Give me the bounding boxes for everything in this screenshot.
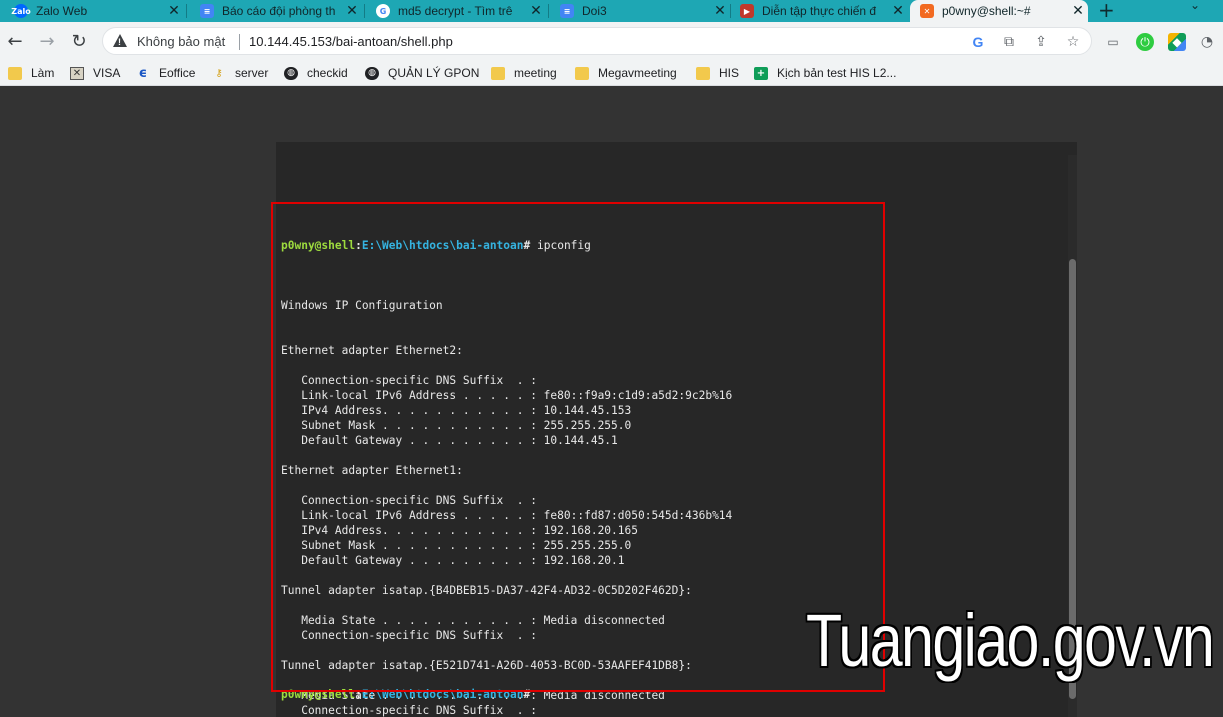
- close-tab-icon[interactable]: ✕: [888, 3, 908, 19]
- output-line: Connection-specific DNS Suffix . :: [281, 704, 537, 717]
- bookmark-eoffice[interactable]: ϵ Eoffice: [136, 65, 196, 81]
- document-icon: ≡: [560, 4, 574, 18]
- tab-md5-decrypt[interactable]: G md5 decrypt - Tìm trê ✕: [366, 0, 546, 22]
- tab-doi3[interactable]: ≡ Doi3 ✕: [550, 0, 730, 22]
- cast-icon[interactable]: ▭: [1104, 33, 1122, 51]
- tab-title: Doi3: [582, 4, 607, 18]
- bookmark-megavmeeting[interactable]: Megavmeeting: [575, 65, 677, 81]
- extension-green-icon[interactable]: ⏻: [1136, 33, 1154, 51]
- google-icon: G: [376, 4, 390, 18]
- folder-icon: [8, 66, 22, 80]
- tab-strip: Zalo Zalo Web ✕ ≡ Báo cáo đội phòng th ✕…: [0, 0, 1223, 22]
- sheets-icon: +: [754, 66, 768, 80]
- tab-bao-cao[interactable]: ≡ Báo cáo đội phòng th ✕: [190, 0, 362, 22]
- close-tab-icon[interactable]: ✕: [1068, 3, 1088, 19]
- bookmark-label: VISA: [93, 66, 121, 80]
- bookmarks-bar: Làm ✕ VISA ϵ Eoffice ⚷ server ◍ checkid …: [0, 60, 1223, 86]
- bookmark-quan-ly-gpon[interactable]: ◍ QUẢN LÝ GPON: [365, 65, 479, 81]
- bookmark-meeting[interactable]: meeting: [491, 65, 557, 81]
- bookmark-lam[interactable]: Làm: [8, 65, 54, 81]
- tab-title: md5 decrypt - Tìm trê: [398, 4, 513, 18]
- folder-icon: [575, 66, 589, 80]
- tab-title: Báo cáo đội phòng th: [222, 4, 336, 18]
- tab-title: Zalo Web: [36, 4, 88, 18]
- eoffice-icon: ϵ: [138, 65, 148, 81]
- bookmark-label: server: [235, 66, 269, 80]
- video-icon: ▶: [740, 4, 754, 18]
- security-label[interactable]: Không bảo mật: [137, 34, 225, 49]
- browser-toolbar: ← → ↻ Không bảo mật 10.144.45.153/bai-an…: [0, 22, 1223, 60]
- bookmark-label: Kịch bản test HIS L2...: [777, 66, 897, 80]
- share-icon[interactable]: ⇪: [1032, 33, 1050, 51]
- tab-separator: [548, 4, 549, 18]
- bookmark-visa[interactable]: ✕ VISA: [70, 65, 120, 81]
- bookmark-label: checkid: [307, 66, 348, 80]
- folder-icon: [491, 66, 505, 80]
- close-tab-icon[interactable]: ✕: [710, 3, 730, 19]
- bookmark-star-icon[interactable]: ☆: [1064, 33, 1082, 51]
- reload-icon[interactable]: ↻: [68, 30, 90, 52]
- tab-search-icon[interactable]: ⌄: [1190, 0, 1200, 12]
- close-tab-icon[interactable]: ✕: [164, 3, 184, 19]
- key-icon: ⚷: [215, 67, 223, 79]
- address-separator: [239, 34, 240, 50]
- tab-title: p0wny@shell:~#: [942, 4, 1031, 18]
- tab-separator: [364, 4, 365, 18]
- warning-icon[interactable]: [113, 34, 127, 47]
- bookmark-label: Megavmeeting: [598, 66, 677, 80]
- highlight-box: [271, 202, 885, 692]
- xampp-icon: ✕: [920, 4, 934, 18]
- document-icon: ≡: [200, 4, 214, 18]
- bookmark-label: HIS: [719, 66, 740, 80]
- bookmark-server[interactable]: ⚷ server: [212, 65, 268, 81]
- tab-separator: [186, 4, 187, 18]
- bookmark-label: Eoffice: [159, 66, 196, 80]
- watermark: Tuangiao.gov.vn: [806, 599, 1215, 682]
- bookmark-label: QUẢN LÝ GPON: [388, 66, 480, 80]
- google-lens-icon[interactable]: G: [969, 33, 987, 51]
- bookmark-label: Làm: [31, 66, 55, 80]
- close-tab-icon[interactable]: ✕: [342, 3, 362, 19]
- menu-icon[interactable]: ◔: [1198, 33, 1216, 51]
- close-tab-icon[interactable]: ✕: [526, 3, 546, 19]
- back-icon[interactable]: ←: [4, 30, 26, 52]
- bookmark-his[interactable]: HIS: [696, 65, 739, 81]
- tab-zalo-web[interactable]: Zalo Zalo Web ✕: [4, 0, 184, 22]
- bookmark-kich-ban[interactable]: + Kịch bản test HIS L2...: [754, 65, 896, 81]
- tab-title: Diễn tập thực chiến đ: [762, 4, 877, 18]
- translate-icon[interactable]: ⧉: [1000, 33, 1018, 51]
- forward-icon[interactable]: →: [36, 30, 58, 52]
- globe-icon: ◍: [365, 66, 379, 80]
- extension-colorful-icon[interactable]: ◆: [1168, 33, 1186, 51]
- new-tab-icon[interactable]: +: [1098, 0, 1115, 22]
- url-text[interactable]: 10.144.45.153/bai-antoan/shell.php: [249, 34, 453, 49]
- tab-p0wny-shell[interactable]: ✕ p0wny@shell:~# ✕: [910, 0, 1088, 22]
- bookmark-label: meeting: [514, 66, 557, 80]
- globe-icon: ◍: [284, 66, 298, 80]
- folder-icon: [696, 66, 710, 80]
- zalo-icon: Zalo: [11, 4, 31, 18]
- tab-dien-tap[interactable]: ▶ Diễn tập thực chiến đ ✕: [730, 0, 908, 22]
- address-bar[interactable]: Không bảo mật 10.144.45.153/bai-antoan/s…: [102, 27, 1092, 55]
- bookmark-checkid[interactable]: ◍ checkid: [284, 65, 348, 81]
- visa-icon: ✕: [70, 66, 84, 80]
